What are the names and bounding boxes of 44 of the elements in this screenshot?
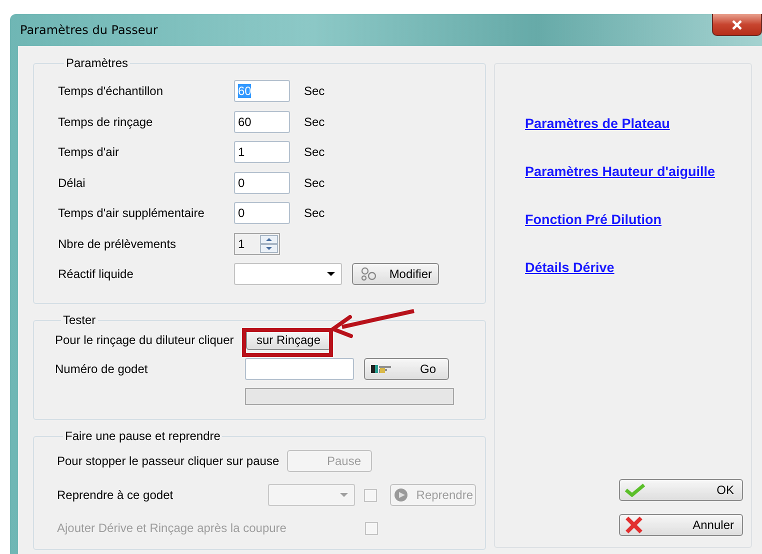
unit-label: Sec [304, 114, 325, 129]
field-label: Numéro de godet [55, 362, 149, 376]
link[interactable]: Fonction Pré Dilution [525, 211, 662, 228]
dropdown-arrow-icon [340, 493, 348, 497]
field-label: Temps d'air [58, 145, 120, 160]
unit-label: Sec [304, 176, 325, 190]
field-label: Réactif liquide [58, 267, 134, 282]
button[interactable]: Annuler [619, 514, 743, 536]
field-label: Nbre de prélèvements [58, 236, 178, 251]
input-field[interactable]: 1 [234, 141, 290, 164]
button[interactable]: OK [619, 479, 743, 501]
dropdown[interactable] [234, 263, 342, 286]
field-label: Délai [58, 176, 86, 190]
field-label: Temps de rinçage [58, 114, 154, 129]
input-field[interactable] [245, 358, 354, 380]
close-button[interactable] [712, 14, 762, 36]
input-field[interactable]: 0 [234, 172, 290, 194]
cross-icon [624, 516, 644, 534]
button[interactable]: Go [364, 358, 449, 380]
dropdown-arrow-icon [327, 272, 335, 276]
input-field[interactable]: 0 [234, 202, 290, 224]
link[interactable]: Détails Dérive [525, 259, 614, 276]
instruction-text: Pour le rinçage du diluteur cliquer [55, 333, 235, 347]
unit-label: Sec [304, 206, 325, 220]
close-icon [731, 20, 743, 30]
input-field[interactable]: 60 [234, 110, 290, 133]
spin-box[interactable]: 1 [234, 232, 280, 255]
link[interactable]: Paramètres Hauteur d'aiguille [525, 163, 716, 180]
spin-arrows-icon [260, 234, 278, 253]
field-label: Temps d'air supplémentaire [58, 206, 206, 220]
option-label: Ajouter Dérive et Rinçage après la coupure [57, 521, 288, 535]
field-label: Temps d'échantillon [58, 84, 164, 98]
field-label: Reprendre à ce godet [57, 488, 174, 502]
button[interactable]: Modifier [352, 263, 439, 286]
unit-label: Sec [304, 84, 325, 98]
group-title: Tester [62, 313, 97, 327]
checkmark-icon [624, 483, 646, 497]
group-title: Paramètres [65, 56, 130, 70]
link[interactable]: Paramètres de Plateau [525, 115, 670, 132]
group-title: Faire une pause et reprendre [64, 429, 222, 443]
window-title: Paramètres du Passeur [20, 23, 158, 37]
play-icon [394, 488, 410, 502]
instruction-text: Pour stopper le passeur cliquer sur pause [57, 454, 280, 468]
unit-label: Sec [304, 145, 325, 160]
